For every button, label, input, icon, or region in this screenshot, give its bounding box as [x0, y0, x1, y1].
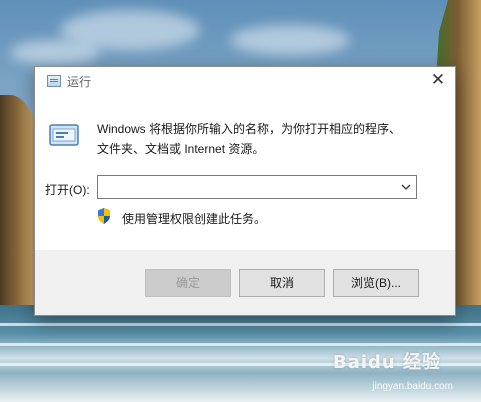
window-title: 运行 [67, 75, 92, 89]
title-bar[interactable]: 运行 ✕ [35, 67, 455, 95]
wave [0, 323, 481, 326]
run-icon [47, 75, 61, 87]
admin-privilege-note: 使用管理权限创建此任务。 [122, 212, 267, 226]
ok-button[interactable]: 确定 [145, 269, 231, 297]
cancel-button[interactable]: 取消 [239, 269, 325, 297]
uac-shield-icon [98, 208, 110, 224]
open-label: 打开(O): [45, 183, 90, 197]
run-dialog: 运行 ✕ Windows 将根据你所输入的名称，为你打开相应的程序、 文件夹、文… [34, 66, 456, 316]
watermark-logo: Baidu 经验 [332, 352, 441, 373]
open-combobox[interactable] [97, 175, 417, 199]
cloud [230, 25, 350, 55]
close-icon: ✕ [430, 70, 446, 89]
run-icon [49, 124, 79, 146]
browse-button[interactable]: 浏览(B)... [333, 269, 419, 297]
cloud [10, 40, 100, 65]
description: Windows 将根据你所输入的名称，为你打开相应的程序、 文件夹、文档或 In… [97, 119, 437, 159]
watermark-url: jingyan.baidu.com [372, 381, 453, 392]
wave [0, 343, 481, 346]
close-button[interactable]: ✕ [421, 67, 455, 95]
open-input[interactable] [100, 177, 394, 197]
description-line: Windows 将根据你所输入的名称，为你打开相应的程序、 [97, 122, 402, 136]
description-line: 文件夹、文档或 Internet 资源。 [97, 142, 265, 156]
chevron-down-icon[interactable] [400, 180, 412, 194]
